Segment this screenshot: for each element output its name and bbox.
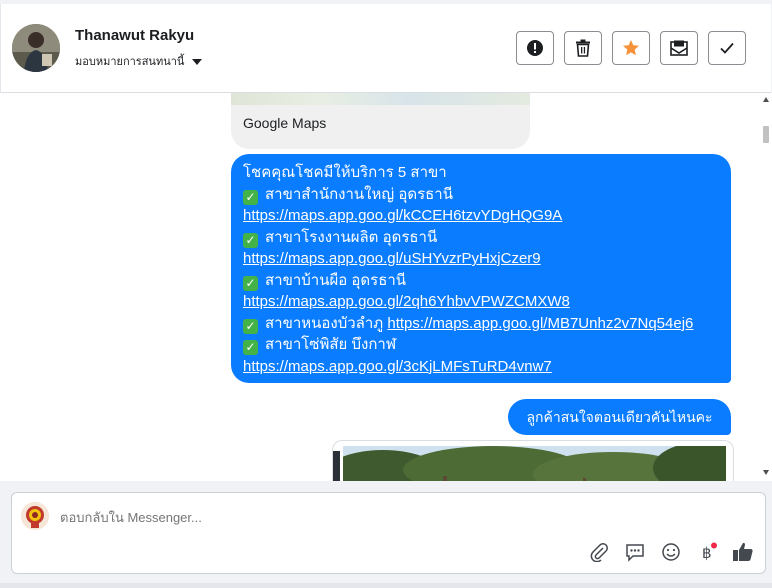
branch-item: ✓ สาขาโซ่พิสัย บึงกาฬ https://maps.app.go… (243, 334, 719, 377)
check-mark-icon: ✓ (243, 189, 258, 205)
branch-label: สาขาโซ่พิสัย บึงกาฬ (265, 336, 397, 353)
branch-label: สาขาบ้านผือ อุดรธานี (265, 271, 407, 289)
scroll-thumb[interactable] (763, 126, 769, 143)
mark-unread-button[interactable] (660, 31, 698, 65)
like-button[interactable] (732, 541, 754, 563)
image-preview (343, 446, 726, 481)
saved-reply-button[interactable] (624, 541, 646, 563)
check-mark-icon: ✓ (243, 318, 258, 334)
paperclip-icon (590, 543, 608, 562)
star-button[interactable] (612, 31, 650, 65)
check-mark-icon: ✓ (243, 275, 258, 291)
svg-text:฿: ฿ (702, 544, 712, 562)
emoji-button[interactable] (660, 541, 682, 563)
thumbs-up-icon (733, 542, 753, 561)
branch-item: ✓ สาขาสำนักงานใหญ่ อุดรธานี https://maps.… (243, 184, 719, 227)
scroll-up-arrow-icon[interactable] (763, 97, 769, 102)
branch-label: สาขาสำนักงานใหญ่ อุดรธานี (265, 185, 453, 203)
image-edge (333, 451, 340, 481)
reply-input[interactable] (60, 510, 460, 525)
reply-composer: ฿ (11, 492, 766, 574)
exclamation-circle-icon (527, 40, 543, 56)
mark-done-button[interactable] (708, 31, 746, 65)
branch-item: ✓ สาขาบ้านผือ อุดรธานี https://maps.app.g… (243, 270, 719, 313)
report-button[interactable] (516, 31, 554, 65)
delete-button[interactable] (564, 31, 602, 65)
notification-dot (711, 542, 717, 549)
check-mark-icon: ✓ (243, 232, 258, 248)
branch-link[interactable]: https://maps.app.goo.gl/kCCEH6tzvYDgHQG9… (243, 207, 562, 224)
checkmark-icon (720, 42, 734, 54)
caret-down-icon (192, 58, 203, 65)
trash-icon (576, 39, 590, 57)
branch-link[interactable]: https://maps.app.goo.gl/2qh6YhbvVPWZCMXW… (243, 293, 570, 310)
contact-avatar[interactable] (12, 24, 60, 72)
payment-button[interactable]: ฿ (696, 541, 718, 563)
branch-link[interactable]: https://maps.app.goo.gl/uSHYvzrPyHxjCzer… (243, 250, 541, 267)
scroll-down-arrow-icon[interactable] (763, 470, 769, 475)
map-preview (231, 93, 530, 105)
map-card[interactable]: Google Maps (231, 93, 530, 149)
attach-button[interactable] (588, 541, 610, 563)
assign-conversation-dropdown[interactable]: มอบหมายการสนทนานี้ (75, 52, 203, 70)
message-thread[interactable]: Google Maps โชคคุณโชคมีให้บริการ 5 สาขา … (0, 93, 760, 481)
window-bottom-strip (0, 583, 772, 588)
conversation-header: Thanawut Rakyu มอบหมายการสนทนานี้ (0, 4, 771, 93)
image-attachment[interactable] (332, 440, 734, 481)
saved-reply-icon (626, 544, 644, 562)
branch-link[interactable]: https://maps.app.goo.gl/3cKjLMFsTuRD4vnw… (243, 358, 552, 375)
branch-item: ✓ สาขาหนองบัวลำภู https://maps.app.goo.gl… (243, 313, 719, 335)
envelope-icon (670, 40, 688, 56)
thread-scrollbar[interactable] (760, 93, 772, 481)
branch-link[interactable]: https://maps.app.goo.gl/MB7Unhz2v7Nq54ej… (387, 315, 693, 332)
question-message: ลูกค้าสนใจตอนเดียวคันไหนคะ (508, 399, 731, 435)
baht-icon: ฿ (702, 542, 717, 562)
assign-conversation-label: มอบหมายการสนทนานี้ (75, 56, 185, 68)
contact-name[interactable]: Thanawut Rakyu (75, 27, 194, 44)
branch-label: สาขาหนองบัวลำภู (265, 314, 384, 332)
star-icon (623, 40, 639, 56)
branches-intro: โชคคุณโชคมีให้บริการ 5 สาขา (243, 164, 447, 181)
branch-item: ✓ สาขาโรงงานผลิต อุดรธานี https://maps.ap… (243, 227, 719, 270)
branch-label: สาขาโรงงานผลิต อุดรธานี (265, 228, 438, 246)
check-mark-icon: ✓ (243, 340, 258, 355)
emoji-icon (662, 543, 680, 561)
page-avatar (21, 502, 49, 530)
branches-message: โชคคุณโชคมีให้บริการ 5 สาขา ✓ สาขาสำนักงา… (231, 154, 731, 383)
map-card-title: Google Maps (243, 115, 327, 131)
